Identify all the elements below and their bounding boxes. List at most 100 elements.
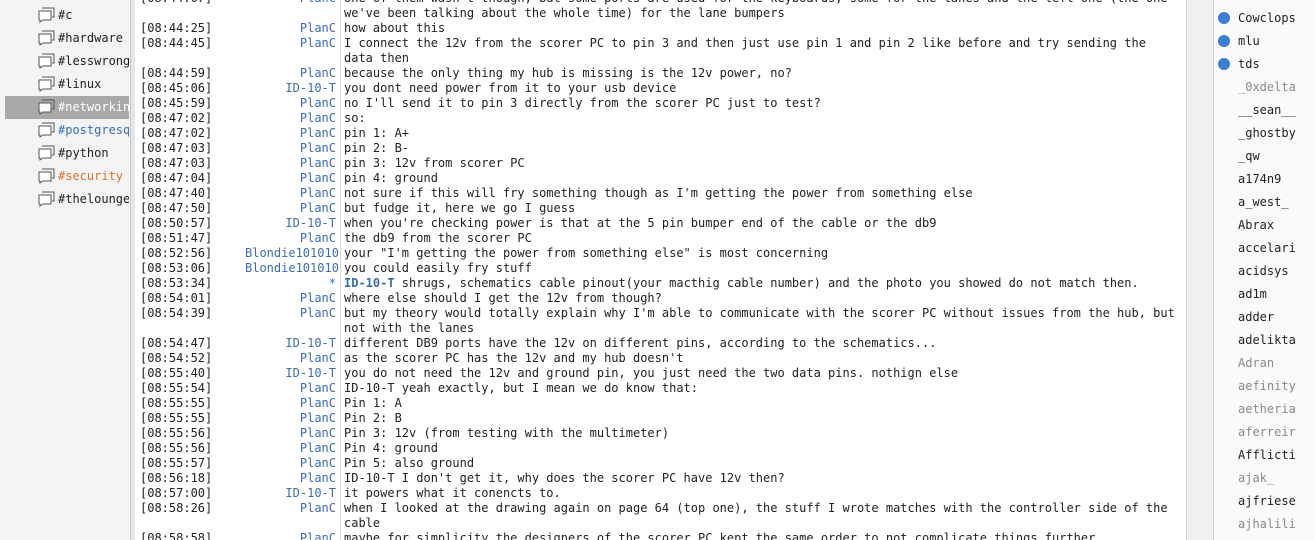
channel-item[interactable]: #c: [5, 4, 129, 27]
user-item[interactable]: Abrax: [1214, 214, 1315, 237]
channel-item[interactable]: #lesswrong: [5, 50, 129, 73]
message-text: maybe for simplicity the designers of th…: [344, 531, 1096, 540]
user-item[interactable]: aferreir: [1214, 421, 1315, 444]
user-name: Afflicti: [1238, 448, 1296, 462]
user-item[interactable]: _qw: [1214, 145, 1315, 168]
message-row: [08:47:04] PlanC pin 4: ground: [135, 171, 1186, 186]
user-item[interactable]: mlu: [1214, 30, 1315, 53]
message-nick[interactable]: PlanC: [245, 66, 341, 81]
user-item[interactable]: adder: [1214, 306, 1315, 329]
message-nick[interactable]: PlanC: [245, 501, 341, 531]
message-row: [08:44:45] PlanC I connect the 12v from th…: [135, 36, 1186, 66]
message-nick[interactable]: PlanC: [245, 396, 341, 411]
message-nick[interactable]: PlanC: [245, 381, 341, 396]
message-timestamp: [08:47:02]: [140, 111, 213, 125]
message-nick[interactable]: PlanC: [245, 201, 341, 216]
user-item[interactable]: _ghostby: [1214, 122, 1315, 145]
user-item[interactable]: Adran: [1214, 352, 1315, 375]
channel-item[interactable]: #postgresql: [5, 119, 129, 142]
message-text: pin 3: 12v from scorer PC: [344, 156, 525, 170]
user-item[interactable]: __sean__: [1214, 99, 1315, 122]
message-timestamp: [08:55:54]: [140, 381, 213, 395]
message-nick[interactable]: Blondie101010: [245, 246, 341, 261]
message-nick[interactable]: PlanC: [245, 111, 341, 126]
message-text: Pin 2: B: [344, 411, 402, 425]
message-nick[interactable]: PlanC: [245, 36, 341, 66]
channel-item[interactable]: #security: [5, 165, 129, 188]
channel-item[interactable]: #networking: [5, 96, 129, 119]
message-text: pin 1: A+: [344, 126, 410, 140]
message-text: when you're checking power is that at th…: [344, 216, 937, 230]
user-item[interactable]: a174n9: [1214, 168, 1315, 191]
user-name: _0xdelta: [1238, 80, 1296, 94]
message-scrollbar[interactable]: [1186, 0, 1214, 540]
message-text: ID-10-T I don't get it, why does the sco…: [344, 471, 785, 485]
chat-bubble-icon: [38, 145, 55, 161]
user-item[interactable]: ajhalili: [1214, 513, 1315, 536]
user-name: aferreir: [1238, 425, 1296, 439]
user-item[interactable]: aefinity: [1214, 375, 1315, 398]
message-nick[interactable]: PlanC: [245, 156, 341, 171]
user-item[interactable]: accelari: [1214, 237, 1315, 260]
message-nick[interactable]: PlanC: [245, 471, 341, 486]
channel-item[interactable]: #linux: [5, 73, 129, 96]
message-nick[interactable]: PlanC: [245, 96, 341, 111]
user-item[interactable]: adelikta: [1214, 329, 1315, 352]
message-nick[interactable]: PlanC: [245, 21, 341, 36]
message-nick[interactable]: PlanC: [245, 306, 341, 336]
user-item[interactable]: acidsys: [1214, 260, 1315, 283]
message-nick[interactable]: PlanC: [245, 291, 341, 306]
user-item[interactable]: aetheria: [1214, 398, 1315, 421]
message-nick[interactable]: PlanC: [245, 141, 341, 156]
message-nick[interactable]: PlanC: [245, 411, 341, 426]
user-item[interactable]: Afflicti: [1214, 444, 1315, 467]
action-nick[interactable]: ID-10-T: [344, 276, 395, 290]
message-nick[interactable]: PlanC: [245, 186, 341, 201]
user-name: accelari: [1238, 241, 1296, 255]
message-timestamp: [08:54:39]: [140, 306, 213, 320]
message-nick[interactable]: *: [245, 276, 341, 291]
message-nick[interactable]: ID-10-T: [245, 216, 341, 231]
user-item[interactable]: tds: [1214, 53, 1315, 76]
message-text: you could easily fry stuff: [344, 261, 532, 275]
user-name: aetheria: [1238, 402, 1296, 416]
channel-name: #thelounge: [58, 192, 129, 206]
message-nick[interactable]: Blondie101010: [245, 261, 341, 276]
chat-bubble-icon: [38, 168, 55, 184]
message-text: one of them wasn't though, but some port…: [344, 0, 1168, 20]
message-nick[interactable]: ID-10-T: [245, 486, 341, 501]
message-nick[interactable]: PlanC: [245, 351, 341, 366]
message-row: [08:57:00] ID-10-T it powers what it conen…: [135, 486, 1186, 501]
user-item[interactable]: Cowclops: [1214, 7, 1315, 30]
channel-item[interactable]: #python: [5, 142, 129, 165]
message-nick[interactable]: PlanC: [245, 126, 341, 141]
message-timestamp: [08:47:03]: [140, 156, 213, 170]
user-item[interactable]: ajak_: [1214, 467, 1315, 490]
message-nick[interactable]: PlanC: [245, 231, 341, 246]
user-item[interactable]: _0xdelta: [1214, 76, 1315, 99]
message-timestamp: [08:55:57]: [140, 456, 213, 470]
message-nick[interactable]: PlanC: [245, 531, 341, 540]
channel-item[interactable]: #hardware: [5, 27, 129, 50]
message-row: [08:54:47] ID-10-T different DB9 ports hav…: [135, 336, 1186, 351]
online-dot-icon: [1218, 58, 1230, 70]
message-nick[interactable]: ID-10-T: [245, 366, 341, 381]
message-nick[interactable]: PlanC: [245, 441, 341, 456]
message-nick[interactable]: ID-10-T: [245, 336, 341, 351]
message-nick[interactable]: PlanC: [245, 426, 341, 441]
message-text: pin 4: ground: [344, 171, 438, 185]
user-item[interactable]: ad1m: [1214, 283, 1315, 306]
message-text: so:: [344, 111, 366, 125]
scrollbar-track[interactable]: [1193, 0, 1207, 540]
message-nick[interactable]: ID-10-T: [245, 81, 341, 96]
user-item[interactable]: ajfriese: [1214, 490, 1315, 513]
message-nick[interactable]: PlanC: [245, 171, 341, 186]
message-nick[interactable]: PlanC: [245, 456, 341, 471]
user-item[interactable]: a_west_: [1214, 191, 1315, 214]
message-nick[interactable]: PlanC: [245, 0, 341, 21]
message-row: [08:44:59] PlanC because the only thing my…: [135, 66, 1186, 81]
message-row: [08:55:56] PlanC Pin 4: ground: [135, 441, 1186, 456]
channel-item[interactable]: #thelounge: [5, 188, 129, 211]
message-text: how about this: [344, 21, 446, 35]
message-row: [08:55:57] PlanC Pin 5: also ground: [135, 456, 1186, 471]
